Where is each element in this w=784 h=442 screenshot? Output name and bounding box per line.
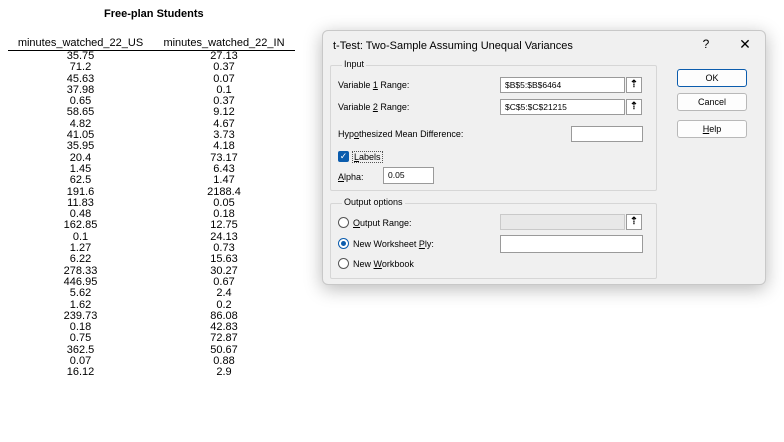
cell-us[interactable]: 5.62 [8, 287, 153, 299]
table-row: 11.83 0.05 [8, 197, 295, 209]
table-row: 4.82 4.67 [8, 118, 295, 130]
table-row: 6.22 15.63 [8, 254, 295, 266]
cancel-button[interactable]: Cancel [677, 93, 747, 111]
table-row: 35.95 4.18 [8, 141, 295, 153]
variable-2-collapse-icon[interactable]: ⇡ [626, 99, 642, 115]
hypothesized-mean-input[interactable] [571, 126, 643, 142]
output-range-collapse-icon[interactable]: ⇡ [626, 214, 642, 230]
table-row: 35.75 27.13 [8, 50, 295, 62]
variable-1-range-input[interactable]: $B$5:$B$6464 [500, 77, 625, 93]
table-row: 1.62 0.2 [8, 299, 295, 311]
output-range-input[interactable] [500, 214, 625, 230]
table-row: 278.33 30.27 [8, 265, 295, 277]
table-row: 191.6 2188.4 [8, 186, 295, 198]
table-row: 0.1 24.13 [8, 231, 295, 243]
table-row: 41.05 3.73 [8, 129, 295, 141]
table-row: 37.98 0.1 [8, 84, 295, 96]
cell-us[interactable]: 62.5 [8, 174, 153, 186]
table-row: 62.5 1.47 [8, 174, 295, 186]
column-header-in[interactable]: minutes_watched_22_IN [153, 37, 295, 49]
sheet-title: Free-plan Students [104, 8, 204, 20]
data-rows: 35.75 27.13 71.2 0.37 45.63 0.07 37.98 0.1 0.65 0… [8, 50, 295, 379]
variable-2-label: Variable 2 Range: [338, 102, 410, 112]
new-worksheet-ply-label: New Worksheet Ply: [353, 239, 434, 249]
ok-button[interactable]: OK [677, 69, 747, 87]
table-row: 45.63 0.07 [8, 73, 295, 85]
table-row: 0.07 0.88 [8, 355, 295, 367]
cell-us[interactable]: 6.22 [8, 254, 153, 266]
cell-in[interactable]: 2.4 [153, 287, 295, 299]
cell-us[interactable]: 71.2 [8, 61, 153, 73]
variable-1-label: Variable 1 Range: [338, 80, 410, 90]
cell-in[interactable]: 4.18 [153, 141, 295, 153]
table-row: 0.75 72.87 [8, 333, 295, 345]
alpha-label: Alpha: [338, 172, 364, 182]
table-row: 1.45 6.43 [8, 163, 295, 175]
new-worksheet-ply-input[interactable] [500, 235, 643, 253]
table-row: 1.27 0.73 [8, 242, 295, 254]
table-row: 0.48 0.18 [8, 208, 295, 220]
variable-1-collapse-icon[interactable]: ⇡ [626, 77, 642, 93]
table-row: 20.4 73.17 [8, 152, 295, 164]
column-header-us[interactable]: minutes_watched_22_US [8, 37, 153, 49]
table-row: 362.5 50.67 [8, 344, 295, 356]
ttest-dialog: t-Test: Two-Sample Assuming Unequal Vari… [322, 30, 766, 285]
input-group-label: Input [342, 59, 367, 69]
table-row: 239.73 86.08 [8, 310, 295, 322]
cell-in[interactable]: 1.47 [153, 174, 295, 186]
new-workbook-label: New Workbook [353, 259, 414, 269]
cell-in[interactable]: 15.63 [153, 254, 295, 266]
labels-label[interactable]: Labels [352, 151, 383, 163]
table-row: 162.85 12.75 [8, 220, 295, 232]
table-row: 0.65 0.37 [8, 95, 295, 107]
dialog-title: t-Test: Two-Sample Assuming Unequal Vari… [333, 40, 573, 52]
output-range-radio[interactable] [338, 217, 349, 228]
output-range-label: Output Range: [353, 218, 412, 228]
table-row: 58.65 9.12 [8, 107, 295, 119]
variable-2-range-input[interactable]: $C$5:$C$21215 [500, 99, 625, 115]
table-row: 16.12 2.9 [8, 367, 295, 379]
cell-us[interactable]: 16.12 [8, 367, 153, 379]
table-row: 0.18 42.83 [8, 321, 295, 333]
labels-checkbox[interactable]: ✓ [338, 151, 349, 162]
cell-in[interactable]: 0.37 [153, 61, 295, 73]
new-workbook-radio[interactable] [338, 258, 349, 269]
table-row: 446.95 0.67 [8, 276, 295, 288]
output-group-label: Output options [342, 197, 405, 207]
alpha-input[interactable]: 0.05 [383, 167, 434, 184]
cell-us[interactable]: 35.95 [8, 141, 153, 153]
help-button[interactable]: Help [677, 120, 747, 138]
cell-in[interactable]: 2.9 [153, 367, 295, 379]
new-worksheet-ply-radio[interactable] [338, 238, 349, 249]
hypothesized-mean-label: Hypothesized Mean Difference: [338, 129, 464, 139]
table-row: 5.62 2.4 [8, 287, 295, 299]
help-icon[interactable]: ? [699, 37, 713, 51]
close-icon[interactable]: ✕ [737, 36, 753, 53]
table-row: 71.2 0.37 [8, 61, 295, 73]
